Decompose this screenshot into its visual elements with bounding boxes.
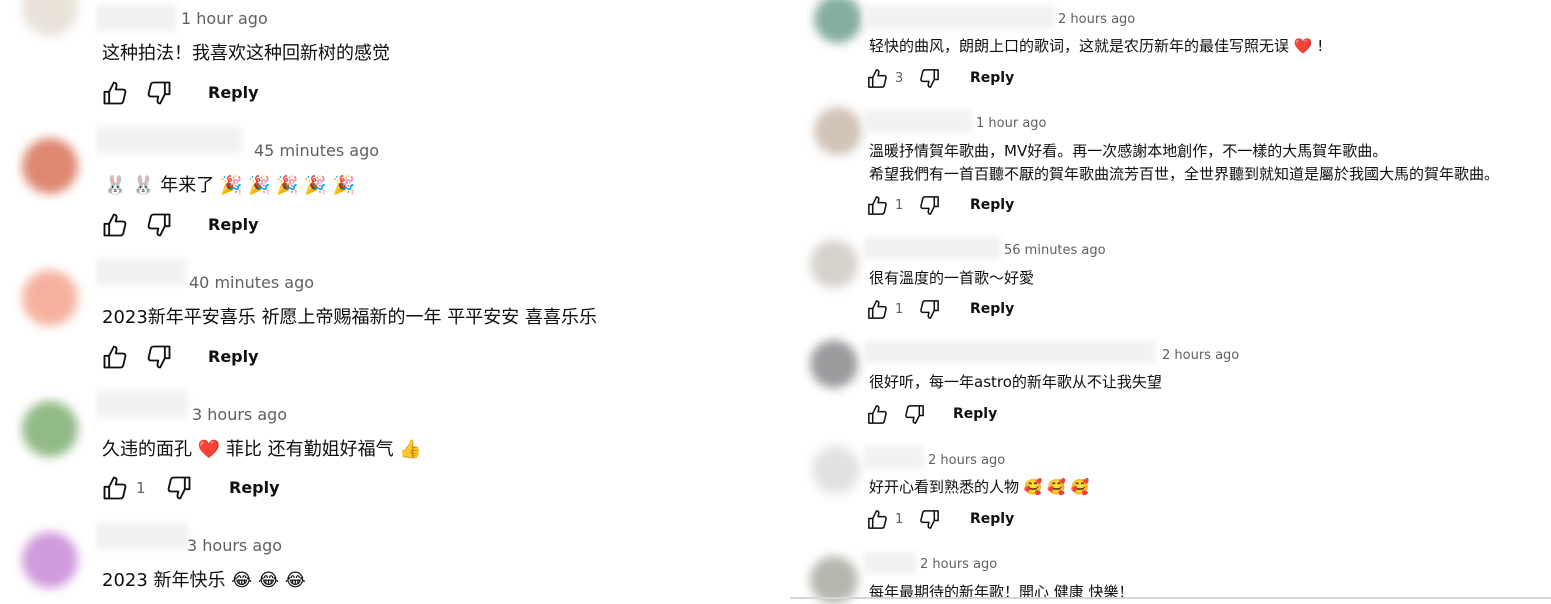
thumbs-down-icon[interactable] [903,403,926,426]
reply-button[interactable]: Reply [229,478,280,497]
username-redacted [864,552,916,574]
thumbs-down-icon[interactable] [145,79,173,107]
avatar[interactable] [22,138,78,194]
comment-timestamp[interactable]: 2 hours ago [1162,348,1239,363]
avatar[interactable] [22,401,78,457]
thumbs-down-icon[interactable] [165,474,193,502]
comment-timestamp[interactable]: 40 minutes ago [189,273,314,292]
comment-timestamp[interactable]: 2 hours ago [920,557,997,572]
username-redacted [864,341,1156,363]
like-count: 1 [895,302,904,317]
comment-text: 好开心看到熟悉的人物 🥰 🥰 🥰 [869,478,1090,496]
comment-timestamp[interactable]: 1 hour ago [181,9,268,28]
comment-text: 轻快的曲风，朗朗上口的歌词，这就是农历新年的最佳写照无误 ❤️ ! [869,37,1324,55]
username-redacted [864,6,1054,28]
like-count: 1 [136,479,146,497]
avatar[interactable] [812,446,860,494]
comment-text: 很好听，每一年astro的新年歌从不让我失望 [869,373,1162,391]
thumbs-up-icon[interactable] [101,211,129,239]
avatar[interactable] [22,270,78,326]
thumbs-down-icon[interactable] [918,298,941,321]
avatar[interactable] [810,340,858,388]
reply-button[interactable]: Reply [953,406,997,422]
divider [790,597,1551,599]
username-redacted [96,5,176,31]
like-count: 3 [895,71,904,86]
thumbs-up-icon[interactable] [866,403,889,426]
username-redacted [96,391,188,417]
like-count: 1 [895,198,904,213]
thumbs-up-icon[interactable] [866,67,889,90]
comment-text-line2: 希望我們有一首百聽不厭的賀年歌曲流芳百世，全世界聽到就知道是屬於我國大馬的賀年歌… [869,165,1500,183]
comment-timestamp[interactable]: 2 hours ago [928,453,1005,468]
comment-text: 🐰 🐰 年来了 🎉 🎉 🎉 🎉 🎉 [104,175,355,196]
avatar[interactable] [814,107,862,155]
reply-button[interactable]: Reply [970,70,1014,86]
comment-text: 2023新年平安喜乐 祈愿上帝赐福新的一年 平平安安 喜喜乐乐 [102,307,597,328]
reply-button[interactable]: Reply [970,197,1014,213]
avatar[interactable] [22,532,78,588]
reply-button[interactable]: Reply [208,215,259,234]
username-redacted [864,446,924,468]
comment-text: 这种拍法！我喜欢这种回新树的感觉 [102,43,390,64]
comment-text: 2023 新年快乐 😂 😂 😂 [102,570,306,591]
comment-text: 很有溫度的一首歌～好愛 [869,269,1035,287]
like-count: 1 [895,512,904,527]
thumbs-up-icon[interactable] [866,194,889,217]
comment-timestamp[interactable]: 45 minutes ago [254,141,379,160]
comment-timestamp[interactable]: 1 hour ago [976,116,1046,131]
thumbs-down-icon[interactable] [918,67,941,90]
avatar[interactable] [810,240,858,288]
thumbs-up-icon[interactable] [101,474,129,502]
username-redacted [864,110,972,132]
thumbs-down-icon[interactable] [918,194,941,217]
comment-timestamp[interactable]: 3 hours ago [192,405,287,424]
thumbs-up-icon[interactable] [866,508,889,531]
comment-timestamp[interactable]: 3 hours ago [187,536,282,555]
username-redacted [96,259,186,285]
thumbs-up-icon[interactable] [101,79,129,107]
avatar[interactable] [22,0,78,36]
thumbs-up-icon[interactable] [866,298,889,321]
comment-text: 溫暖抒情賀年歌曲，MV好看。再一次感謝本地創作，不一樣的大馬賀年歌曲。 [869,142,1388,160]
comment-text: 久违的面孔 ❤️ 菲比 还有勤姐好福气 👍 [102,439,422,460]
avatar[interactable] [814,0,862,43]
thumbs-down-icon[interactable] [145,343,173,371]
reply-button[interactable]: Reply [970,301,1014,317]
thumbs-up-icon[interactable] [101,343,129,371]
username-redacted [864,237,1000,259]
reply-button[interactable]: Reply [970,511,1014,527]
comment-timestamp[interactable]: 56 minutes ago [1004,243,1106,258]
username-redacted [96,523,188,549]
username-redacted [96,127,241,153]
reply-button[interactable]: Reply [208,83,259,102]
thumbs-down-icon[interactable] [918,508,941,531]
reply-button[interactable]: Reply [208,347,259,366]
thumbs-down-icon[interactable] [145,211,173,239]
comment-timestamp[interactable]: 2 hours ago [1058,12,1135,27]
